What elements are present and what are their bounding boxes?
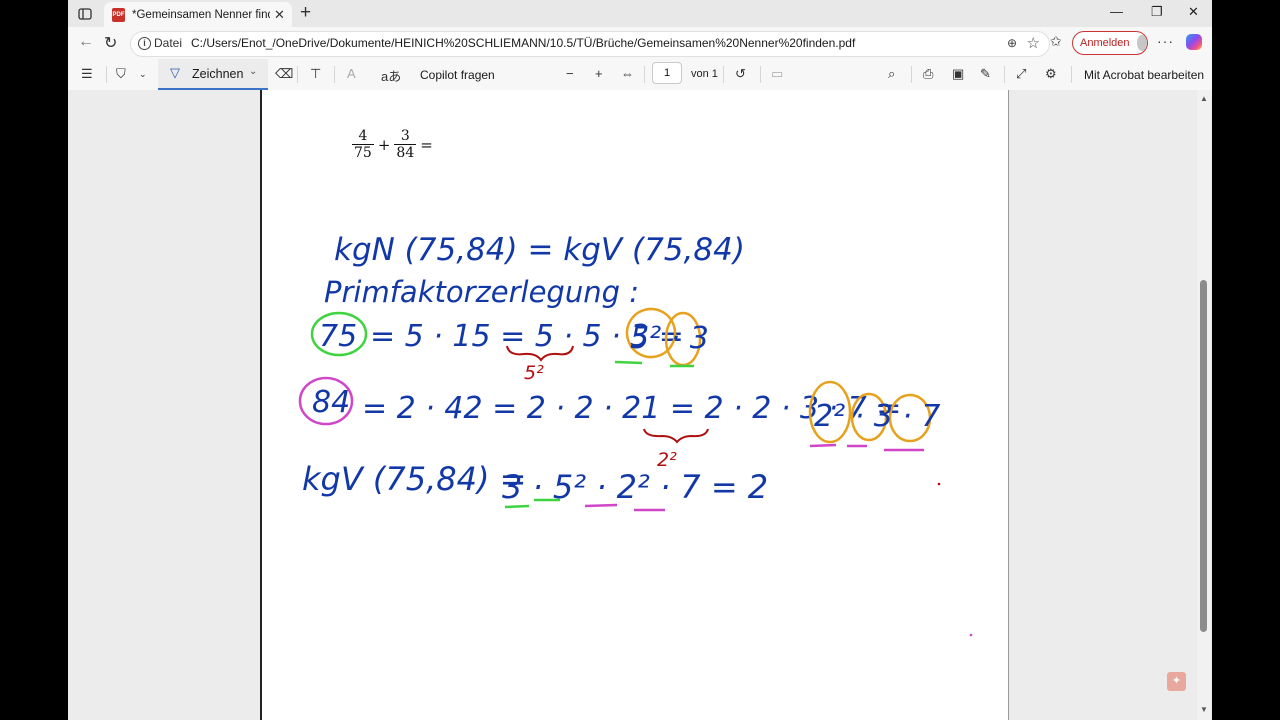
- highlight-icon[interactable]: ⛉: [116, 66, 126, 82]
- search-icon[interactable]: ⌕: [888, 66, 895, 82]
- favorites-icon[interactable]: ✩: [1050, 33, 1062, 50]
- chevron-down-icon[interactable]: ⌄: [249, 66, 257, 77]
- pdf-viewport[interactable]: 4 75 + 3 84 = kgN (75,84) = kgV (75,84) …: [68, 90, 1212, 720]
- pdf-file-icon: PDF: [112, 7, 125, 22]
- divider: [723, 66, 724, 83]
- address-bar[interactable]: i Datei C:/Users/Enot_/OneDrive/Dokument…: [130, 31, 1050, 57]
- browser-tab[interactable]: PDF *Gemeinsamen Nenner finden.pdf ✕: [104, 2, 292, 27]
- divider: [297, 66, 298, 83]
- more-menu-icon[interactable]: ···: [1157, 33, 1174, 49]
- pdf-page[interactable]: 4 75 + 3 84 = kgN (75,84) = kgV (75,84) …: [260, 90, 1009, 720]
- minimize-icon[interactable]: —: [1110, 4, 1123, 19]
- tab-close-icon[interactable]: ✕: [274, 7, 285, 23]
- handwriting-line-2: Primfaktorzerlegung :: [324, 275, 639, 309]
- green-underline: [504, 504, 530, 509]
- sign-in-label: Anmelden: [1080, 37, 1130, 49]
- read-aloud-icon[interactable]: aあ: [381, 66, 401, 85]
- tab-actions-icon[interactable]: [76, 5, 94, 23]
- ink-dot: [937, 482, 941, 486]
- edit-with-acrobat-button[interactable]: Mit Acrobat bearbeiten: [1084, 68, 1204, 82]
- pink-underline: [809, 443, 837, 448]
- divider: [911, 66, 912, 83]
- address-bar-row: ← ↻ i Datei C:/Users/Enot_/OneDrive/Doku…: [68, 27, 1212, 59]
- avatar: [1136, 35, 1147, 51]
- eraser-icon[interactable]: ⌫: [275, 66, 293, 82]
- scroll-up-icon[interactable]: ▲: [1200, 94, 1208, 103]
- sign-in-button[interactable]: Anmelden: [1072, 31, 1148, 55]
- url-text[interactable]: C:/Users/Enot_/OneDrive/Dokumente/HEINIC…: [191, 36, 855, 50]
- green-underline: [614, 360, 643, 365]
- ink-dot: [969, 633, 973, 637]
- zoom-out-icon[interactable]: −: [566, 66, 574, 81]
- handwriting-result-84: 2² · 3 · 7: [814, 399, 941, 434]
- title-bar: PDF *Gemeinsamen Nenner finden.pdf ✕ + —…: [68, 0, 1212, 27]
- divider: [760, 66, 761, 83]
- back-icon[interactable]: ←: [78, 33, 94, 51]
- zoom-in-icon[interactable]: +: [595, 66, 603, 81]
- brace-label-5-squared: 5²: [524, 362, 544, 384]
- copilot-ask-button[interactable]: Copilot fragen: [420, 68, 495, 82]
- red-brace: [643, 428, 709, 444]
- page-view-icon: ▭: [771, 66, 784, 81]
- draw-button[interactable]: ▽ Zeichnen ⌄: [158, 59, 268, 90]
- handwriting-line-1: kgN (75,84) = kgV (75,84): [334, 232, 745, 268]
- tab-title: *Gemeinsamen Nenner finden.pdf: [132, 8, 270, 21]
- close-window-icon[interactable]: ✕: [1188, 4, 1199, 20]
- chevron-down-icon[interactable]: ⌄: [139, 69, 147, 80]
- scroll-down-icon[interactable]: ▼: [1200, 705, 1208, 714]
- text-format-icon: A: [347, 66, 356, 81]
- pink-underline: [584, 503, 618, 508]
- handwriting-75: 75: [319, 319, 357, 354]
- vertical-scrollbar[interactable]: ▲ ▼: [1197, 90, 1211, 720]
- zoom-icon[interactable]: ⊕: [1007, 36, 1017, 50]
- draw-label: Zeichnen: [192, 67, 244, 81]
- contents-list-icon[interactable]: ☰: [81, 66, 93, 82]
- favorite-star-icon[interactable]: ☆: [1027, 34, 1040, 52]
- divider: [334, 66, 335, 83]
- print-icon[interactable]: ⎙: [923, 66, 933, 82]
- save-as-icon[interactable]: ✎: [980, 66, 991, 82]
- page-count: von 1: [691, 68, 718, 80]
- refresh-icon[interactable]: ↻: [104, 33, 117, 53]
- handwriting-84: 84: [312, 385, 350, 420]
- scrollbar-thumb[interactable]: [1200, 280, 1207, 632]
- pdf-toolbar: ☰ ⛉ ⌄ ▽ Zeichnen ⌄ ⌫ ⊤ A aあ Copilot frag…: [68, 59, 1212, 91]
- info-icon[interactable]: i: [138, 37, 151, 50]
- copilot-icon[interactable]: [1186, 34, 1202, 50]
- handwriting-annotations: kgN (75,84) = kgV (75,84) Primfaktorzerl…: [298, 232, 973, 637]
- restore-icon[interactable]: ❐: [1151, 4, 1163, 20]
- divider: [1004, 66, 1005, 83]
- divider: [644, 66, 645, 83]
- fullscreen-icon[interactable]: ⤢: [1016, 66, 1026, 82]
- text-box-icon[interactable]: ⊤: [310, 66, 321, 82]
- divider: [1071, 66, 1072, 83]
- page-number-input[interactable]: [652, 62, 682, 84]
- handwriting-line-5-lhs: kgV (75,84) =: [302, 460, 526, 498]
- rotate-icon[interactable]: ↺: [735, 66, 746, 82]
- pen-icon: ▽: [170, 65, 180, 80]
- divider: [106, 66, 107, 83]
- new-tab-icon[interactable]: +: [300, 3, 311, 23]
- scheme-label: Datei: [154, 36, 183, 50]
- fit-width-icon[interactable]: ⇔: [621, 66, 634, 81]
- acrobat-icon[interactable]: ✦: [1167, 672, 1186, 691]
- handwriting-result-75: 5² · 3: [630, 321, 709, 356]
- save-icon[interactable]: ▣: [952, 66, 964, 82]
- settings-gear-icon[interactable]: ⚙: [1045, 66, 1057, 82]
- browser-window: PDF *Gemeinsamen Nenner finden.pdf ✕ + —…: [68, 0, 1212, 720]
